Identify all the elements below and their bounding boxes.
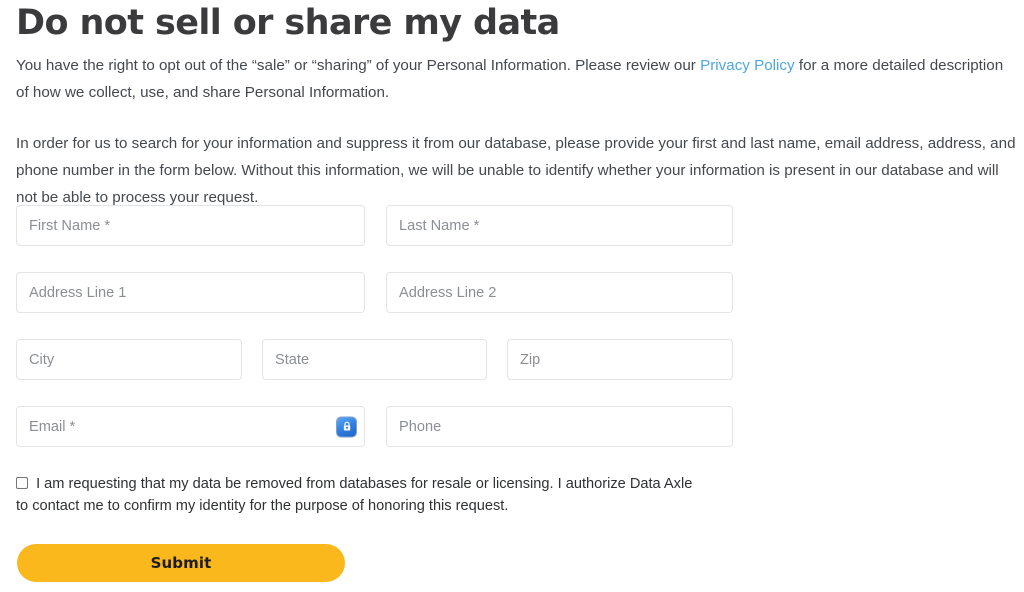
first-name-placeholder: First Name * xyxy=(29,217,111,234)
state-placeholder: State xyxy=(275,351,310,368)
intro-paragraph-1-before-link: You have the right to opt out of the “sa… xyxy=(16,57,701,74)
zip-input[interactable]: Zip xyxy=(507,339,733,380)
do-not-sell-page: Do not sell or share my data You have th… xyxy=(0,0,1024,592)
privacy-policy-link[interactable]: Privacy Policy xyxy=(700,57,795,74)
phone-placeholder: Phone xyxy=(399,418,442,435)
intro-paragraph-2: In order for us to search for your infor… xyxy=(16,135,1016,206)
form-row-city-state-zip: City State Zip xyxy=(0,339,1024,406)
form-row-name: First Name * Last Name * xyxy=(0,205,1024,272)
submit-button[interactable]: Submit xyxy=(17,544,345,582)
address-line-2-input[interactable]: Address Line 2 xyxy=(386,272,733,313)
padlock-autofill-icon[interactable] xyxy=(337,417,356,436)
email-input[interactable]: Email * xyxy=(16,406,365,447)
address-line-2-placeholder: Address Line 2 xyxy=(399,284,497,301)
email-placeholder: Email * xyxy=(29,418,76,435)
address-line-1-input[interactable]: Address Line 1 xyxy=(16,272,365,313)
state-input[interactable]: State xyxy=(262,339,487,380)
city-placeholder: City xyxy=(29,351,55,368)
city-input[interactable]: City xyxy=(16,339,242,380)
form-row-contact: Email * Phone xyxy=(0,406,1024,473)
consent-checkbox[interactable] xyxy=(16,477,28,489)
phone-input[interactable]: Phone xyxy=(386,406,733,447)
address-line-1-placeholder: Address Line 1 xyxy=(29,284,127,301)
last-name-input[interactable]: Last Name * xyxy=(386,205,733,246)
first-name-input[interactable]: First Name * xyxy=(16,205,365,246)
intro-copy: You have the right to opt out of the “sa… xyxy=(16,52,1016,211)
consent-label: I am requesting that my data be removed … xyxy=(16,476,693,514)
last-name-placeholder: Last Name * xyxy=(399,217,480,234)
zip-placeholder: Zip xyxy=(520,351,541,368)
data-removal-form: First Name * Last Name * Address Line 1 … xyxy=(0,205,1024,473)
consent-row: I am requesting that my data be removed … xyxy=(16,474,706,517)
page-title: Do not sell or share my data xyxy=(16,3,560,43)
form-row-address: Address Line 1 Address Line 2 xyxy=(0,272,1024,339)
intro-paragraph-1: You have the right to opt out of the “sa… xyxy=(16,52,1016,106)
